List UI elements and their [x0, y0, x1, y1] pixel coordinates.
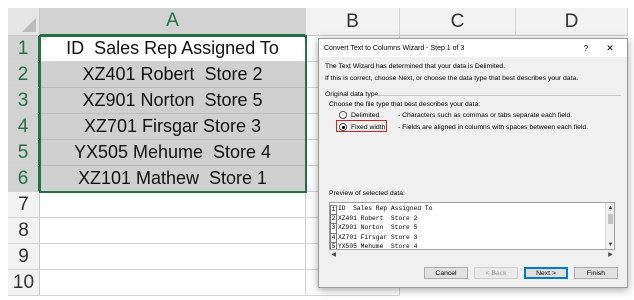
row-header-5[interactable]: 5: [8, 140, 40, 166]
column-header-b[interactable]: B: [306, 8, 400, 36]
row-header-3[interactable]: 3: [8, 88, 40, 114]
scroll-thumb[interactable]: [608, 214, 613, 224]
back-button[interactable]: < Back: [474, 267, 518, 279]
close-icon[interactable]: ✕: [603, 41, 617, 55]
cell-a6[interactable]: XZ101 Mathew Store 1: [40, 166, 306, 192]
column-header-d[interactable]: D: [516, 8, 628, 36]
preview-row-number: 2: [330, 215, 337, 225]
row-header-1[interactable]: 1: [8, 36, 40, 62]
finish-button[interactable]: Finish: [574, 267, 618, 279]
intro-line-2: If this is correct, choose Next, or choo…: [325, 75, 579, 82]
scroll-down-icon[interactable]: ▼: [606, 240, 614, 249]
preview-label: Preview of selected data:: [329, 190, 405, 197]
scroll-up-icon[interactable]: ▲: [606, 203, 614, 212]
cell-a2[interactable]: XZ401 Robert Store 2: [40, 62, 306, 88]
preview-row-number: 1: [330, 205, 337, 216]
group-label: Original data type: [325, 91, 379, 98]
column-header-a[interactable]: A: [40, 8, 306, 36]
row-header-8[interactable]: 8: [8, 218, 40, 244]
choose-label: Choose the file type that best describes…: [329, 101, 481, 108]
cell-a3[interactable]: XZ901 Norton Store 5: [40, 88, 306, 114]
help-icon[interactable]: ?: [579, 41, 593, 55]
delimited-radio[interactable]: [339, 111, 347, 119]
delimited-label[interactable]: Delimited: [351, 112, 396, 119]
cancel-button[interactable]: Cancel: [424, 267, 468, 279]
text-to-columns-dialog: Convert Text to Columns Wizard - Step 1 …: [318, 38, 628, 288]
preview-row-text: XZ401 Robert Store 2: [338, 215, 418, 223]
row-header-6[interactable]: 6: [8, 166, 40, 192]
fixed-width-desc: - Fields are aligned in columns with spa…: [398, 123, 589, 131]
cell-a4[interactable]: XZ701 Firsgar Store 3: [40, 114, 306, 140]
select-all-corner[interactable]: [8, 8, 40, 36]
preview-row-text: XZ701 Firsgar Store 3: [338, 233, 418, 241]
column-header-c[interactable]: C: [400, 8, 516, 36]
data-preview[interactable]: 1 ID Sales Rep Assigned To 2 XZ401 Robert S…: [329, 202, 615, 250]
scroll-right-icon[interactable]: ▶: [606, 250, 615, 258]
preview-row: 4 XZ701 Firsgar Store 3: [330, 233, 432, 243]
preview-vertical-scrollbar[interactable]: ▲ ▼: [605, 203, 614, 249]
row-header-7[interactable]: 7: [8, 192, 40, 218]
preview-row-number: 5: [330, 242, 337, 249]
preview-row-text: XZ901 Norton Store 5: [338, 224, 418, 232]
preview-row-text: ID Sales Rep Assigned To: [338, 205, 433, 212]
preview-row-text: YX505 Mehume Store 4: [338, 242, 418, 250]
row-header-9[interactable]: 9: [8, 244, 40, 270]
preview-rows: 1 ID Sales Rep Assigned To 2 XZ401 Robert S…: [330, 205, 433, 250]
preview-row: 2 XZ401 Robert Store 2: [330, 215, 432, 225]
cell-a7[interactable]: [40, 192, 306, 218]
cell-a8[interactable]: [40, 218, 306, 244]
preview-row: 3 XZ901 Norton Store 5: [330, 224, 432, 234]
cell-a1[interactable]: ID Sales Rep Assigned To: [40, 36, 306, 62]
option-delimited[interactable]: Delimited - Characters such as commas or…: [339, 111, 572, 119]
intro-line-1: The Text Wizard has determined that your…: [325, 63, 506, 70]
row-header-10[interactable]: 10: [8, 270, 40, 296]
cell-a10[interactable]: [40, 270, 306, 296]
preview-row-number: 3: [330, 224, 337, 234]
cell-a5[interactable]: YX505 Mehume Store 4: [40, 140, 306, 166]
preview-horizontal-scrollbar[interactable]: ◀ ▶: [329, 250, 615, 258]
next-button[interactable]: Next >: [524, 267, 568, 279]
scroll-left-icon[interactable]: ◀: [329, 250, 338, 258]
cell-a9[interactable]: [40, 244, 306, 270]
delimited-desc: - Characters such as commas or tabs sepa…: [398, 111, 573, 119]
fixed-width-highlight: [336, 120, 387, 132]
row-header-4[interactable]: 4: [8, 114, 40, 140]
row-header-2[interactable]: 2: [8, 62, 40, 88]
group-divider: [375, 95, 621, 96]
preview-row-number: 4: [330, 233, 337, 243]
preview-row: 5 YX505 Mehume Store 4: [330, 242, 432, 250]
preview-row: 1 ID Sales Rep Assigned To: [330, 205, 433, 216]
